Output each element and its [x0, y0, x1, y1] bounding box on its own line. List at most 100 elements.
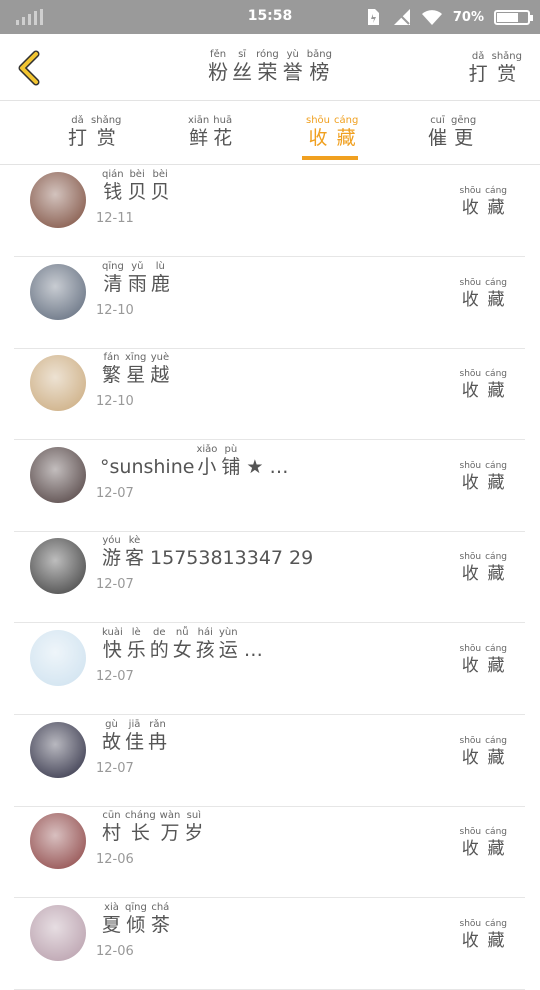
ruby-char: lù 鹿 [151, 261, 170, 295]
ruby-char: yuè 越 [150, 352, 169, 386]
list-item[interactable]: qīng 清 yǔ 雨 lù 鹿 12-10 shōu 收 cáng 藏 [14, 257, 525, 349]
tab-bar: dǎ 打 shǎng 赏 xiān 鲜 huā 花 shōu 收 cáng 藏 cuī 催 gēng 更 [0, 101, 540, 165]
ruby-char: yùn 运 [219, 627, 238, 661]
hanzi: 收 [308, 127, 328, 149]
list-item[interactable]: qián 钱 bèi 贝 bèi 贝 12-11 shōu 收 cáng 藏 [14, 165, 525, 257]
pinyin: dǎ [471, 51, 485, 62]
action-date: 12-10 [96, 302, 134, 318]
ruby-char: shǎng 赏 [492, 51, 522, 85]
favorite-label: shōu 收 cáng 藏 [458, 826, 510, 860]
hanzi: 村 [102, 822, 122, 845]
tab-reward[interactable]: dǎ 打 shǎng 赏 [66, 115, 123, 149]
avatar[interactable] [30, 721, 86, 778]
avatar[interactable] [30, 538, 86, 595]
ruby-char: yǔ 雨 [128, 261, 147, 295]
hanzi: 运 [218, 639, 238, 661]
page-title: fěn 粉 sī 丝 róng 荣 yù 誉 bǎng 榜 [0, 49, 540, 83]
hanzi: 女 [172, 639, 192, 661]
action-date: 12-07 [96, 485, 134, 501]
pinyin: qīng [102, 260, 124, 272]
pinyin: pù [224, 443, 238, 455]
avatar[interactable] [30, 172, 86, 228]
pinyin: lù [155, 260, 165, 272]
list-item[interactable]: fán 繁 xīng 星 yuè 越 12-10 shōu 收 cáng 藏 [14, 348, 525, 441]
pinyin: shōu [459, 460, 482, 471]
pinyin: hái [197, 627, 213, 638]
pinyin: cáng [485, 186, 507, 196]
ruby-char: bèi 贝 [128, 169, 147, 203]
avatar[interactable] [30, 904, 86, 961]
ruby-char: shōu 收 [460, 277, 482, 311]
ruby-char: qián 钱 [102, 169, 124, 203]
pinyin: yuè [150, 352, 170, 364]
user-name: qián 钱 bèi 贝 bèi 贝 [100, 169, 172, 203]
hanzi: 荣 [257, 60, 278, 84]
hanzi: 收 [461, 472, 479, 493]
user-name-prefix: °sunshine [100, 455, 195, 478]
ruby-char: shōu 收 [460, 735, 482, 769]
ruby-char: shōu 收 [306, 115, 330, 149]
pinyin: kuài [102, 627, 123, 638]
reward-button[interactable]: dǎ 打 shǎng 赏 [467, 51, 524, 85]
hanzi: 藏 [487, 289, 505, 310]
hanzi: 催 [428, 127, 448, 149]
ruby-char: de 的 [150, 627, 169, 661]
pinyin: shōu [459, 552, 482, 563]
hanzi: 岁 [184, 822, 204, 845]
pinyin: jiā [128, 718, 141, 730]
sim-icon [365, 8, 383, 26]
ruby-char: xiǎo 小 [196, 444, 217, 478]
avatar[interactable] [30, 446, 86, 503]
list-item[interactable]: °sunshine xiǎo 小 pù 铺 ★ … 12-07 shōu 收 cáng 藏 [14, 440, 525, 532]
user-name-suffix: 15753813347 29 [150, 547, 314, 570]
hanzi: 孩 [195, 639, 215, 661]
avatar[interactable] [30, 813, 86, 870]
hanzi: 收 [461, 930, 479, 951]
ruby-char: wàn 万 [160, 810, 181, 844]
avatar[interactable] [30, 263, 86, 320]
ruby-char: nǚ 女 [173, 627, 192, 661]
tab-favorite[interactable]: shōu 收 cáng 藏 [304, 115, 360, 149]
list-item[interactable]: yóu 游 kè 客 15753813347 29 12-07 shōu 收 cáng 藏 [14, 531, 525, 624]
pinyin: yùn [219, 627, 238, 638]
hanzi: 钱 [103, 181, 123, 203]
tab-flowers[interactable]: xiān 鲜 huā 花 [186, 115, 234, 149]
pinyin: huā [213, 115, 233, 126]
ruby-char: bèi 贝 [151, 169, 170, 203]
hanzi: 清 [103, 272, 123, 295]
hanzi: 鲜 [189, 127, 209, 149]
ruby-char: shōu 收 [460, 643, 482, 677]
hanzi: 收 [461, 289, 479, 310]
pinyin: nǚ [175, 627, 189, 638]
pinyin: lè [131, 627, 141, 638]
list-item[interactable]: xià 夏 qīng 倾 chá 茶 12-06 shōu 收 cáng 藏 [14, 898, 525, 990]
ruby-char: yù 誉 [283, 49, 303, 83]
ruby-char: pù 铺 [221, 444, 240, 478]
ruby-char: sī 丝 [232, 49, 252, 83]
pinyin: de [153, 627, 166, 638]
favorite-label: shōu 收 cáng 藏 [458, 277, 510, 311]
avatar[interactable] [30, 355, 86, 412]
list-item[interactable]: cūn 村 cháng 长 wàn 万 suì 岁 12-06 shōu 收 cáng 藏 [14, 806, 525, 899]
ruby-char: shōu 收 [460, 826, 482, 860]
list-item[interactable]: gù 故 jiā 佳 rǎn 冉 12-07 shōu 收 cáng 藏 [14, 715, 525, 807]
tab-urge[interactable]: cuī 催 gēng 更 [426, 115, 478, 149]
hanzi: 贝 [127, 181, 147, 203]
pinyin: cáng [485, 369, 507, 380]
pinyin: shōu [459, 277, 482, 288]
battery-icon [494, 9, 533, 25]
user-name: yóu 游 kè 客 15753813347 29 [100, 535, 313, 569]
action-date: 12-11 [96, 211, 134, 226]
ruby-char: qīng 倾 [125, 902, 147, 936]
pinyin: kè [128, 535, 141, 547]
ruby-char: cáng 藏 [485, 368, 507, 402]
ruby-char: xīng 星 [125, 352, 146, 386]
pinyin: shōu [459, 735, 482, 746]
list-item[interactable]: kuài 快 lè 乐 de 的 nǚ 女 hái 孩 yùn 运… 12-07 shōu 收 cáng 藏 [14, 623, 525, 715]
ruby-char: huā 花 [213, 115, 232, 149]
avatar[interactable] [30, 630, 86, 686]
pinyin: qīng [125, 901, 147, 913]
ruby-char: gēng 更 [451, 115, 476, 149]
active-tab-indicator [302, 156, 358, 160]
pinyin: xià [104, 901, 119, 913]
